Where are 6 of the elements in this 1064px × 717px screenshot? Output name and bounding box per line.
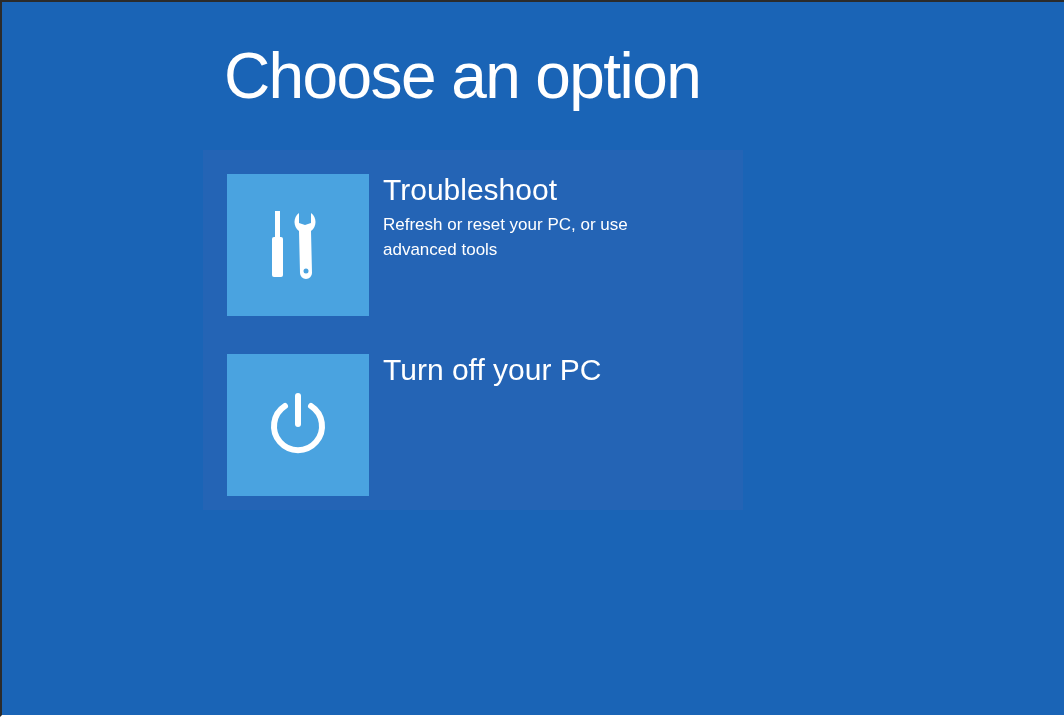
page-title: Choose an option xyxy=(224,40,702,112)
option-tile[interactable]: Troubleshoot Refresh or reset your PC, or use advanced tools xyxy=(227,174,743,316)
option-title: Turn off your PC xyxy=(383,354,602,386)
option-title: Troubleshoot xyxy=(383,174,558,206)
option-description: Refresh or reset your PC, or use advanced tools xyxy=(383,214,629,261)
option-tile[interactable]: Turn off your PC xyxy=(227,354,743,496)
